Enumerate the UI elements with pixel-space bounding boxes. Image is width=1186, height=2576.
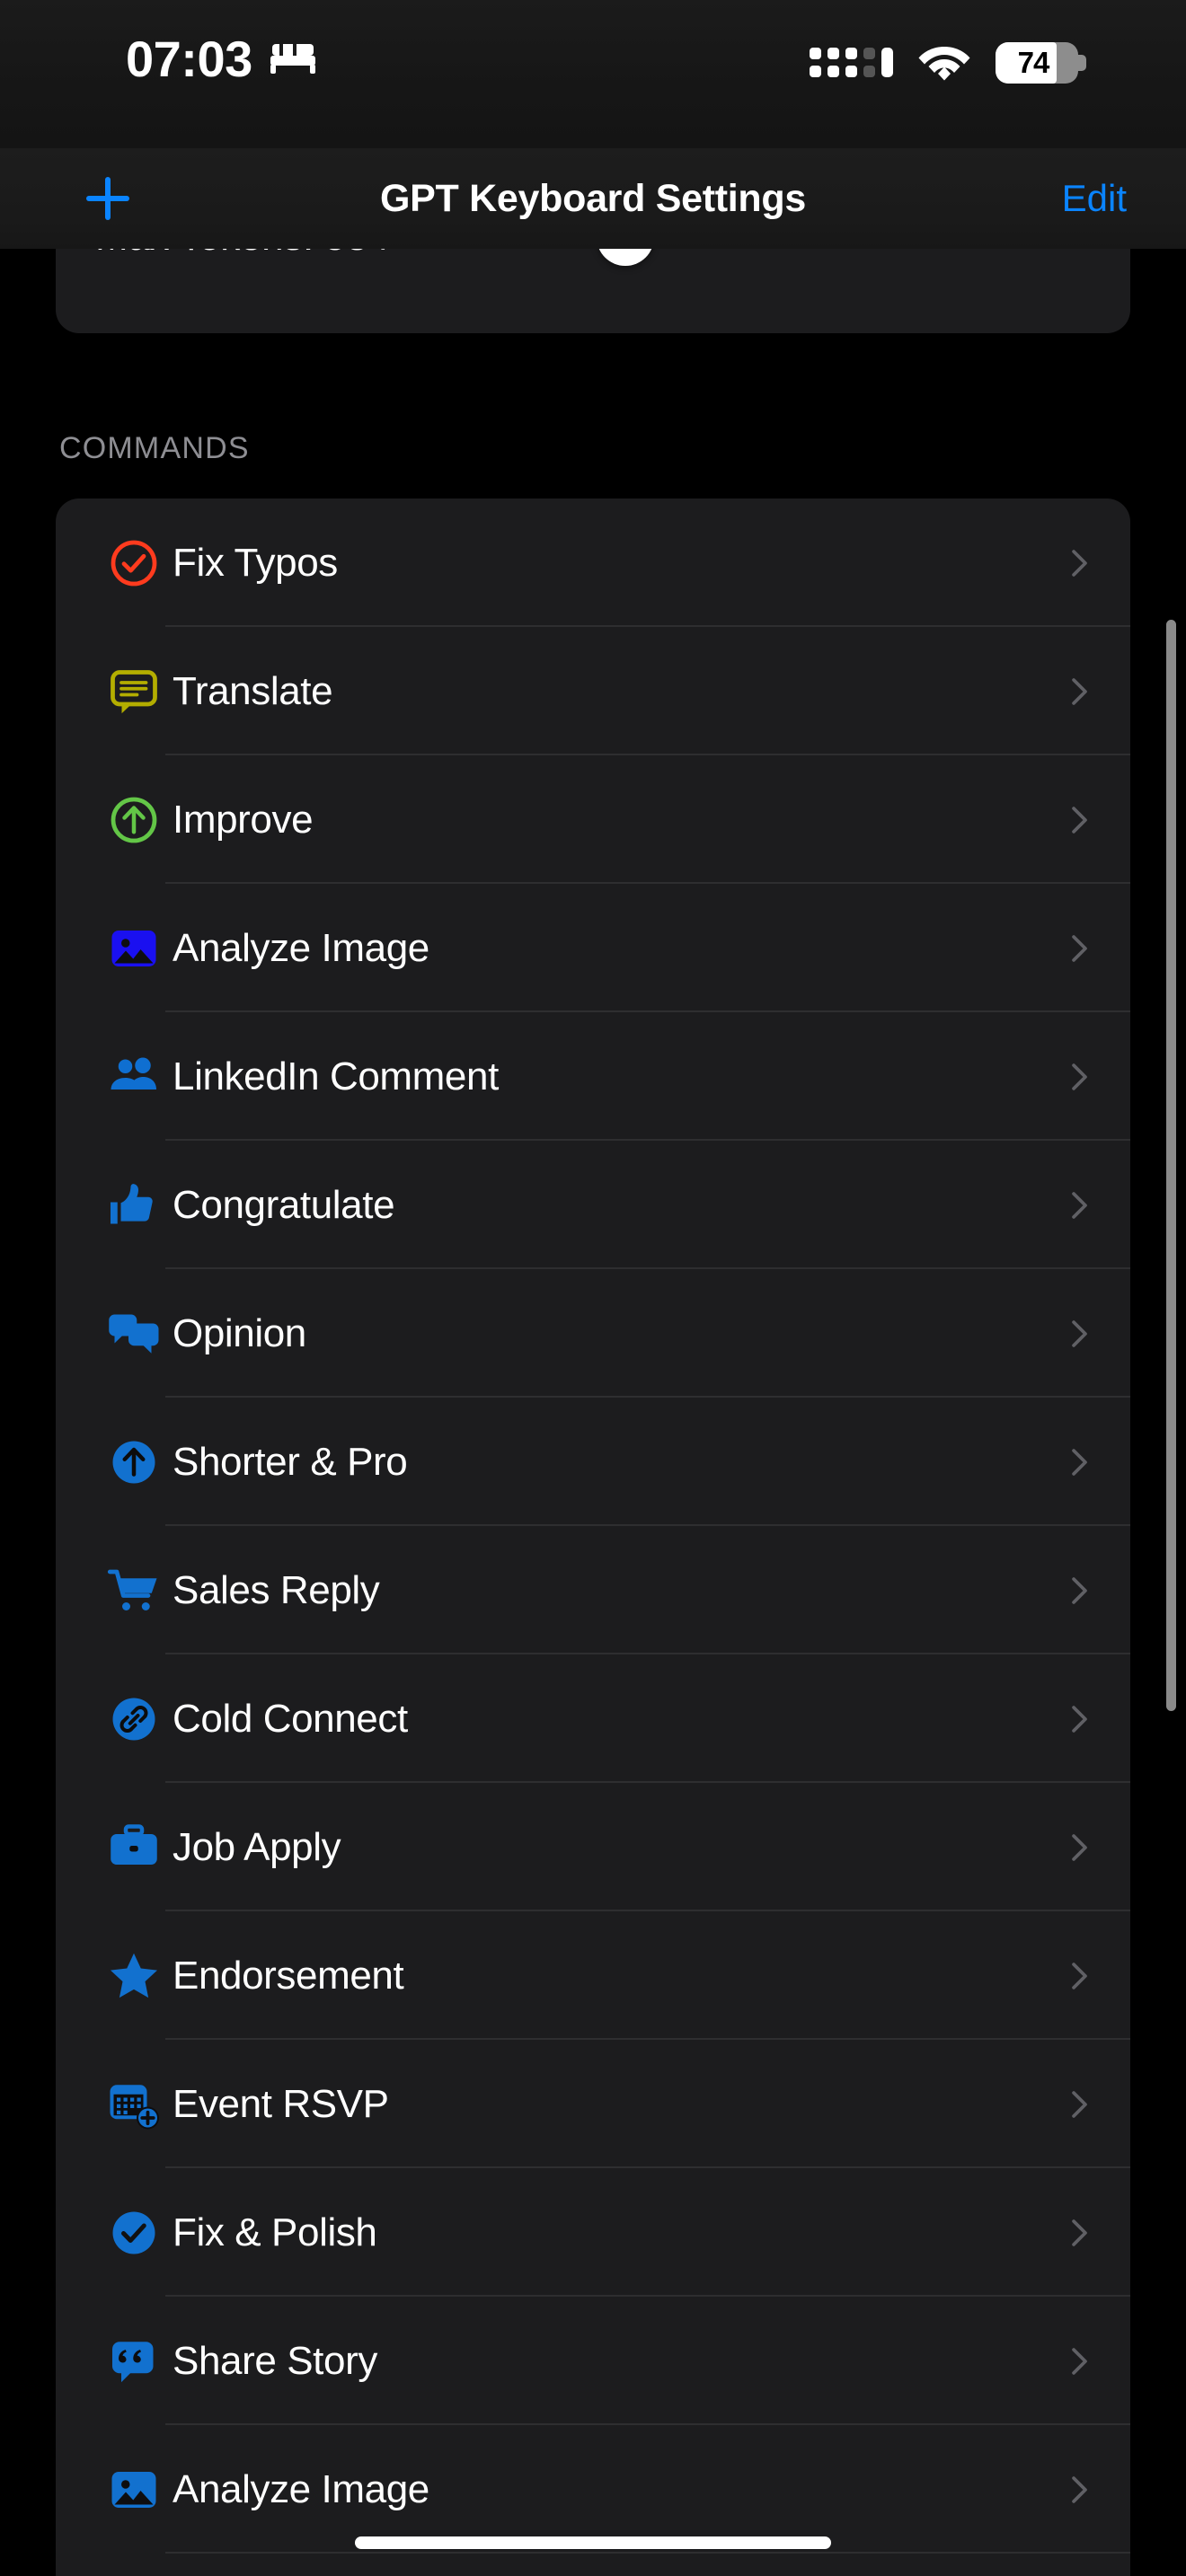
command-row[interactable]: Fix & Polish <box>56 2168 1130 2297</box>
chevron-right-icon[interactable] <box>1058 1056 1100 1098</box>
status-bar-left: 07:03 <box>126 34 317 84</box>
chevron-right-icon[interactable] <box>1058 1955 1100 1997</box>
command-row[interactable]: Congratulate <box>56 1141 1130 1269</box>
two-people-icon <box>106 1049 162 1105</box>
home-indicator[interactable] <box>355 2536 831 2549</box>
chevron-right-icon[interactable] <box>1058 2341 1100 2382</box>
chevron-right-icon[interactable] <box>1058 1313 1100 1354</box>
command-label: Analyze Image <box>173 2466 429 2511</box>
command-label: Endorsement <box>173 1953 404 1998</box>
command-label: Shorter & Pro <box>173 1439 408 1484</box>
checkmark-circle-fill-icon <box>106 2205 162 2261</box>
command-row[interactable]: Job Apply <box>56 1783 1130 1911</box>
battery-percent-label: 74 <box>1017 45 1050 79</box>
command-row[interactable]: Translate <box>56 627 1130 755</box>
command-row[interactable]: Improve <box>56 755 1130 884</box>
command-label: Improve <box>173 797 314 842</box>
command-row[interactable]: Sales Reply <box>56 1526 1130 1654</box>
battery-icon: 74 <box>996 41 1086 84</box>
status-bar: 07:03 74 <box>0 0 1186 148</box>
checkmark-circle-icon <box>106 535 162 591</box>
command-label: Event RSVP <box>173 2081 389 2126</box>
chevron-right-icon[interactable] <box>1058 1442 1100 1483</box>
command-row[interactable]: Cold Connect <box>56 1654 1130 1783</box>
vertical-scroll-indicator[interactable] <box>1166 620 1176 1711</box>
status-bar-clock: 07:03 <box>126 31 252 87</box>
command-row[interactable]: Endorsement <box>56 1911 1130 2040</box>
command-label: Cold Connect <box>173 1696 408 1741</box>
briefcase-icon <box>106 1820 162 1875</box>
chevron-right-icon[interactable] <box>1058 799 1100 841</box>
iphone-screen: Max Tokens: 534 COMMANDS Fix TyposTransl… <box>0 0 1186 2576</box>
speech-bubble-lines-icon <box>106 664 162 719</box>
command-label: Opinion <box>173 1310 306 1355</box>
page-title: GPT Keyboard Settings <box>380 176 806 220</box>
chevron-right-icon[interactable] <box>1058 2212 1100 2254</box>
chevron-right-icon[interactable] <box>1058 1827 1100 1868</box>
command-label: Congratulate <box>173 1182 395 1227</box>
chevron-right-icon[interactable] <box>1058 543 1100 584</box>
plus-icon <box>86 177 129 220</box>
command-row[interactable]: Opinion <box>56 1269 1130 1398</box>
status-bar-right: 74 <box>810 40 1086 85</box>
commands-section-header: COMMANDS <box>59 431 250 465</box>
command-label: Share Story <box>173 2338 377 2383</box>
command-label: Sales Reply <box>173 1567 380 1612</box>
command-row[interactable]: Share Story <box>56 2297 1130 2425</box>
chevron-right-icon[interactable] <box>1058 1185 1100 1226</box>
command-label: LinkedIn Comment <box>173 1054 499 1098</box>
chevron-right-icon[interactable] <box>1058 1698 1100 1740</box>
command-label: Analyze Image <box>173 925 429 970</box>
quote-bubble-icon <box>106 2333 162 2389</box>
add-command-button[interactable] <box>54 148 162 249</box>
chevron-right-icon[interactable] <box>1058 2084 1100 2125</box>
photo-icon <box>106 2462 162 2518</box>
command-row[interactable]: LinkedIn Comment <box>56 1012 1130 1141</box>
command-label: Translate <box>173 668 333 713</box>
command-row[interactable]: Shorter & Pro <box>56 1398 1130 1526</box>
command-row[interactable]: Fix Typos <box>56 498 1130 627</box>
cellular-signal-icon <box>810 48 893 77</box>
thumbs-up-icon <box>106 1178 162 1233</box>
arrow-up-circle-icon <box>106 792 162 848</box>
navigation-bar: GPT Keyboard Settings Edit <box>0 148 1186 249</box>
chevron-right-icon[interactable] <box>1058 2469 1100 2510</box>
calendar-badge-plus-icon <box>106 2077 162 2132</box>
chevron-right-icon[interactable] <box>1058 671 1100 712</box>
commands-list: Fix Typos Translate Improve Analyze Image Li… <box>56 498 1130 2576</box>
settings-scroll-view[interactable]: Max Tokens: 534 COMMANDS Fix TyposTransl… <box>0 0 1186 2576</box>
chevron-right-icon[interactable] <box>1058 1570 1100 1611</box>
link-circle-fill-icon <box>106 1691 162 1747</box>
wifi-icon <box>916 40 972 85</box>
command-label: Job Apply <box>173 1824 341 1869</box>
two-speech-bubbles-icon <box>106 1306 162 1362</box>
command-row[interactable]: Event RSVP <box>56 2040 1130 2168</box>
star-fill-icon <box>106 1948 162 2004</box>
bed-icon <box>269 40 317 79</box>
command-row[interactable]: Analyze Image <box>56 2425 1130 2554</box>
photo-icon <box>106 921 162 976</box>
command-row[interactable]: Analyze Image <box>56 884 1130 1012</box>
edit-button[interactable]: Edit <box>1062 148 1127 249</box>
chevron-right-icon[interactable] <box>1058 928 1100 969</box>
arrow-up-circle-fill-icon <box>106 1434 162 1490</box>
command-row[interactable]: recrtuiter response free <box>56 2554 1130 2576</box>
command-label: Fix Typos <box>173 540 338 585</box>
command-label: Fix & Polish <box>173 2210 377 2254</box>
shopping-cart-icon <box>106 1563 162 1619</box>
